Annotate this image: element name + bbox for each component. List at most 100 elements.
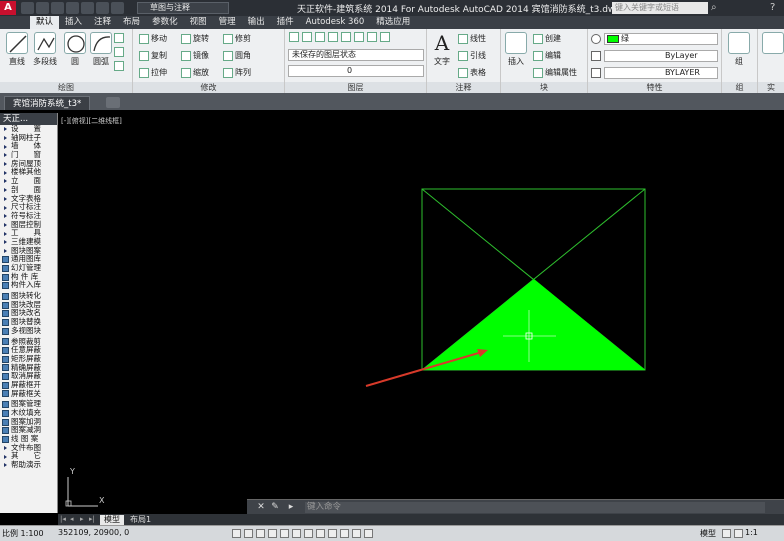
- model-space-button[interactable]: 模型: [700, 528, 716, 539]
- search-input[interactable]: 键入关键字或短语: [612, 2, 708, 14]
- redo-icon[interactable]: [111, 2, 124, 14]
- ellipse-icon[interactable]: [114, 47, 124, 57]
- line-button[interactable]: 直线: [4, 32, 30, 67]
- linetype-dropdown[interactable]: ByLayer: [604, 50, 718, 62]
- leader-button[interactable]: 引线: [458, 50, 486, 61]
- close-icon[interactable]: ✕: [255, 502, 267, 513]
- mirror-button[interactable]: 镜像: [181, 50, 209, 61]
- save-icon[interactable]: [51, 2, 64, 14]
- otrack-icon[interactable]: [292, 529, 301, 538]
- selection-cycling-icon[interactable]: [364, 529, 373, 538]
- tab-manage[interactable]: 管理: [213, 16, 242, 29]
- panel-annotation-title[interactable]: 注释: [427, 82, 500, 93]
- prev-tab-icon[interactable]: ◂: [70, 515, 78, 524]
- scale-indicator[interactable]: 比例 1:100: [2, 528, 44, 539]
- linear-button[interactable]: 线性: [458, 33, 486, 44]
- array-button[interactable]: 阵列: [223, 67, 251, 78]
- layer-icon[interactable]: [354, 32, 364, 42]
- panel-modify-title[interactable]: 修改: [133, 82, 284, 93]
- panel-groups-title[interactable]: 组: [722, 82, 757, 93]
- help-icon[interactable]: ?: [770, 2, 782, 14]
- open-icon[interactable]: [36, 2, 49, 14]
- trim-button[interactable]: 修剪: [223, 33, 251, 44]
- dyn-icon[interactable]: [316, 529, 325, 538]
- color-wheel-icon[interactable]: [591, 34, 601, 44]
- command-input[interactable]: 键入命令: [305, 502, 765, 513]
- layer-icon[interactable]: [328, 32, 338, 42]
- wrench-icon[interactable]: ✎: [269, 502, 281, 513]
- search-icon[interactable]: ⌕: [711, 2, 723, 14]
- panel-properties-title[interactable]: 特性: [588, 82, 721, 93]
- layer-icon[interactable]: [380, 32, 390, 42]
- saveas-icon[interactable]: [66, 2, 79, 14]
- tab-annotate[interactable]: 注释: [88, 16, 117, 29]
- color-dropdown[interactable]: 绿: [604, 33, 718, 45]
- first-tab-icon[interactable]: |◂: [60, 515, 68, 524]
- layer-icon[interactable]: [367, 32, 377, 42]
- panel-block-title[interactable]: 块: [501, 82, 587, 93]
- tab-plugins[interactable]: 插件: [271, 16, 300, 29]
- insert-button[interactable]: 插入: [503, 32, 529, 67]
- command-history-icon[interactable]: ▸: [285, 502, 297, 513]
- next-tab-icon[interactable]: ▸: [80, 515, 88, 524]
- rotate-button[interactable]: 旋转: [181, 33, 209, 44]
- palette-item[interactable]: 构件入库: [0, 281, 57, 290]
- lineweight-icon[interactable]: [591, 68, 601, 78]
- tab-view[interactable]: 视图: [184, 16, 213, 29]
- layer-properties-icon[interactable]: [289, 32, 299, 42]
- tab-featured-apps[interactable]: 精选应用: [370, 16, 416, 29]
- tab-parametric[interactable]: 参数化: [146, 16, 184, 29]
- hatch-icon[interactable]: [114, 61, 124, 71]
- viewport-controls[interactable]: [-][俯视][二维线框]: [61, 116, 122, 126]
- ortho-icon[interactable]: [256, 529, 265, 538]
- annotation-scale[interactable]: 1:1: [745, 528, 758, 537]
- tab-model[interactable]: 模型: [100, 515, 124, 525]
- lineweight-toggle-icon[interactable]: [328, 529, 337, 538]
- current-layer-dropdown[interactable]: 0: [288, 65, 424, 77]
- file-tab[interactable]: 宾馆消防系统_t3*: [4, 96, 91, 110]
- snap-icon[interactable]: [232, 529, 241, 538]
- tab-layout1[interactable]: 布局1: [126, 515, 155, 525]
- group-button[interactable]: 组: [726, 32, 752, 67]
- layer-state-dropdown[interactable]: 未保存的图层状态: [288, 49, 424, 61]
- palette-item[interactable]: 多视图块: [0, 326, 57, 336]
- circle-button[interactable]: 圆: [62, 32, 88, 67]
- table-button[interactable]: 表格: [458, 67, 486, 78]
- text-button[interactable]: A 文字: [429, 32, 455, 67]
- quick-properties-icon[interactable]: [352, 529, 361, 538]
- tab-insert[interactable]: 插入: [59, 16, 88, 29]
- drawing-canvas[interactable]: Y X: [58, 113, 784, 513]
- app-logo[interactable]: A: [0, 1, 16, 15]
- plot-icon[interactable]: [81, 2, 94, 14]
- palette-item[interactable]: 屏蔽框关: [0, 389, 57, 399]
- polar-icon[interactable]: [268, 529, 277, 538]
- lineweight-dropdown[interactable]: BYLAYER: [604, 67, 718, 79]
- rectangle-icon[interactable]: [114, 33, 124, 43]
- tab-layout[interactable]: 布局: [117, 16, 146, 29]
- polyline-button[interactable]: 多段线: [30, 32, 60, 67]
- ducs-icon[interactable]: [304, 529, 313, 538]
- panel-draw-title[interactable]: 绘图: [0, 82, 132, 93]
- hatched-triangle[interactable]: [422, 279, 645, 370]
- tab-autodesk360[interactable]: Autodesk 360: [300, 16, 371, 29]
- edit-block-button[interactable]: 编辑: [533, 50, 561, 61]
- layer-icon[interactable]: [341, 32, 351, 42]
- scale-button[interactable]: 缩放: [181, 67, 209, 78]
- tab-output[interactable]: 输出: [242, 16, 271, 29]
- fillet-button[interactable]: 圆角: [223, 50, 251, 61]
- arc-button[interactable]: 圆弧: [88, 32, 114, 67]
- last-tab-icon[interactable]: ▸|: [89, 515, 97, 524]
- measure-button[interactable]: [760, 32, 784, 56]
- transparency-icon[interactable]: [340, 529, 349, 538]
- annotation-icon[interactable]: [734, 529, 743, 538]
- osnap-icon[interactable]: [280, 529, 289, 538]
- quick-view-icon[interactable]: [722, 529, 731, 538]
- panel-utilities-title[interactable]: 实: [758, 82, 784, 93]
- new-tab-button[interactable]: [106, 97, 120, 108]
- copy-button[interactable]: 复制: [139, 50, 167, 61]
- create-block-button[interactable]: 创建: [533, 33, 561, 44]
- new-icon[interactable]: [21, 2, 34, 14]
- tab-default[interactable]: 默认: [30, 16, 60, 29]
- grid-icon[interactable]: [244, 529, 253, 538]
- move-button[interactable]: 移动: [139, 33, 167, 44]
